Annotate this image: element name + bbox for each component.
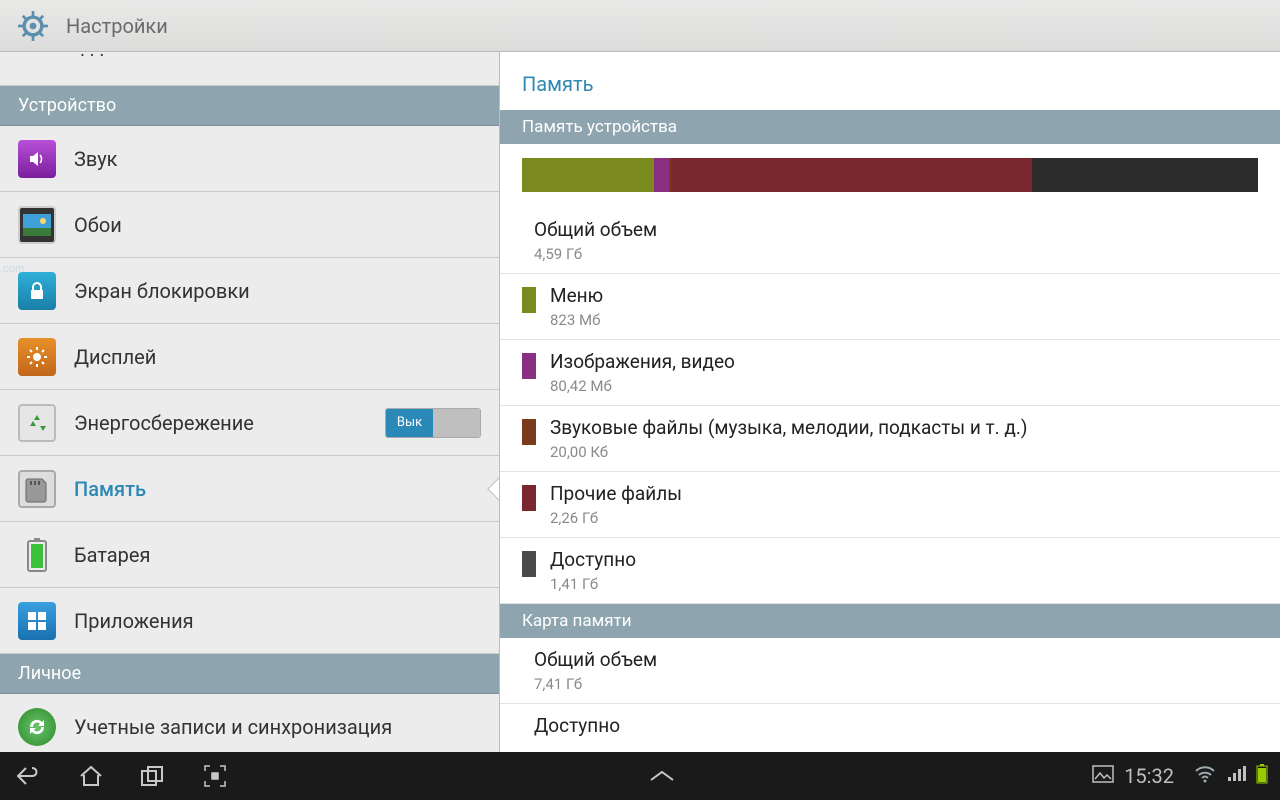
sidebar-section-device: Устройство [0, 86, 499, 126]
titlebar: Настройки [0, 0, 1280, 52]
recent-apps-button[interactable] [136, 759, 170, 793]
sidebar-item-label: Экран блокировки [74, 279, 481, 303]
sidebar-item-label: Батарея [74, 543, 481, 567]
row-menu[interactable]: Меню 823 Мб [500, 274, 1280, 340]
sidebar-item-wallpaper[interactable]: Обои [0, 192, 499, 258]
sidebar-item-battery[interactable]: Батарея [0, 522, 499, 588]
row-label: Доступно [550, 548, 1258, 571]
recycle-icon [18, 404, 56, 442]
section-sd-card: Карта памяти [500, 604, 1280, 638]
row-total[interactable]: Общий объем 4,59 Гб [500, 208, 1280, 274]
sidebar-item-accounts-sync[interactable]: Учетные записи и синхронизация [0, 694, 499, 752]
section-device-memory: Память устройства [500, 110, 1280, 144]
sidebar-item-sound[interactable]: Звук [0, 126, 499, 192]
color-swatch [522, 353, 536, 379]
color-swatch [522, 551, 536, 577]
settings-gear-icon [16, 9, 50, 43]
home-button[interactable] [74, 759, 108, 793]
row-label: Меню [550, 284, 1258, 307]
page-title: Настройки [66, 14, 168, 38]
sdcard-icon [18, 470, 56, 508]
row-available[interactable]: Доступно 1,41 Гб [500, 538, 1280, 604]
row-value: 2,26 Гб [550, 509, 1258, 527]
detail-pane: Память Память устройства Общий объем 4,5… [500, 52, 1280, 752]
sidebar-item-label: Энергосбережение [74, 411, 367, 435]
bar-segment-other [671, 158, 1032, 192]
row-label: Общий объем [534, 218, 1258, 241]
row-value: 20,00 Кб [550, 443, 1258, 461]
system-navbar: 15:32 [0, 752, 1280, 800]
row-sd-available[interactable]: Доступно [500, 704, 1280, 747]
sidebar-item-label: Звук [74, 147, 481, 171]
bar-segment-menu [522, 158, 654, 192]
row-value: 1,41 Гб [550, 575, 1258, 593]
row-label: Прочие файлы [550, 482, 1258, 505]
selection-arrow-icon [487, 476, 500, 501]
wallpaper-icon [18, 206, 56, 244]
speaker-icon [18, 140, 56, 178]
watermark: .com [0, 262, 25, 275]
row-value: 80,42 Мб [550, 377, 1258, 395]
settings-sidebar: .com · · · Устройство Звук Обои Экран бл… [0, 52, 500, 752]
screenshot-button[interactable] [198, 759, 232, 793]
signal-icon [1226, 765, 1246, 787]
row-value: 823 Мб [550, 311, 1258, 329]
lock-icon [18, 272, 56, 310]
row-audio[interactable]: Звуковые файлы (музыка, мелодии, подкаст… [500, 406, 1280, 472]
image-icon [1092, 765, 1114, 787]
back-button[interactable] [12, 759, 46, 793]
sidebar-item-display[interactable]: Дисплей [0, 324, 499, 390]
sidebar-item-label: Приложения [74, 609, 481, 633]
brightness-icon [18, 338, 56, 376]
row-sd-total[interactable]: Общий объем 7,41 Гб [500, 638, 1280, 704]
expand-arrow-button[interactable] [645, 759, 679, 793]
color-swatch [522, 419, 536, 445]
battery-icon [18, 536, 56, 574]
row-label: Доступно [534, 714, 1258, 737]
toggle-state-label: Вык [386, 409, 433, 437]
wifi-icon [1194, 765, 1216, 787]
color-swatch [522, 485, 536, 511]
sidebar-item-lockscreen[interactable]: Экран блокировки [0, 258, 499, 324]
sidebar-item-label: Память [74, 477, 481, 501]
row-value: 4,59 Гб [534, 245, 1258, 263]
bar-segment-media [654, 158, 669, 192]
row-media[interactable]: Изображения, видео 80,42 Мб [500, 340, 1280, 406]
row-label: Звуковые файлы (музыка, мелодии, подкаст… [550, 416, 1258, 439]
bar-segment-available [1032, 158, 1258, 192]
sidebar-item-label: Обои [74, 213, 481, 237]
apps-grid-icon [18, 602, 56, 640]
sync-icon [18, 708, 56, 746]
sidebar-item-label: Учетные записи и синхронизация [74, 715, 481, 739]
row-label: Изображения, видео [550, 350, 1258, 373]
row-other[interactable]: Прочие файлы 2,26 Гб [500, 472, 1280, 538]
sidebar-item-memory[interactable]: Память [0, 456, 499, 522]
storage-usage-bar[interactable] [522, 158, 1258, 192]
sidebar-item-apps[interactable]: Приложения [0, 588, 499, 654]
powersaving-toggle[interactable]: Вык [385, 408, 481, 438]
sidebar-section-personal: Личное [0, 654, 499, 694]
row-label: Общий объем [534, 648, 1258, 671]
row-value: 7,41 Гб [534, 675, 1258, 693]
sidebar-item-label: Дисплей [74, 345, 481, 369]
battery-status-icon [1256, 764, 1268, 788]
color-swatch [522, 287, 536, 313]
sidebar-item-powersaving[interactable]: Энергосбережение Вык [0, 390, 499, 456]
sidebar-item-truncated[interactable]: · · · [0, 52, 499, 86]
clock[interactable]: 15:32 [1124, 764, 1174, 788]
pane-title: Память [500, 62, 1280, 110]
